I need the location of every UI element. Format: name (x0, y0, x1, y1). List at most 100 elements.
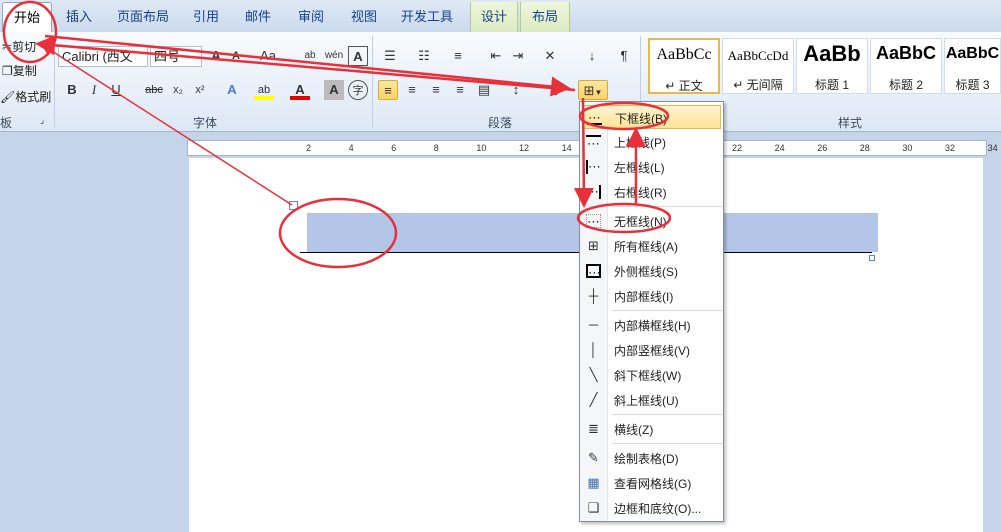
draw-table-icon: ✎ (588, 450, 599, 465)
tab-developer[interactable]: 开发工具 (392, 2, 462, 32)
style-sample: AaBbCcDd (727, 48, 789, 63)
char-border-icon[interactable]: wén (324, 46, 344, 66)
multilevel-list-icon[interactable]: ≡ (448, 46, 468, 66)
menu-item-label: 所有框线(A) (614, 240, 678, 254)
font-size-select[interactable]: 四号 (150, 46, 202, 67)
brush-icon: 🖌 (0, 90, 16, 104)
menu-item-inside-horizontal[interactable]: ─ 内部横框线(H) (582, 313, 721, 337)
bold-icon[interactable]: B (62, 80, 82, 100)
highlight-icon[interactable]: ab (254, 80, 274, 100)
tab-insert[interactable]: 插入 (54, 2, 104, 32)
dialog-launcher-icon[interactable]: ⌟ (36, 114, 48, 126)
tab-view[interactable]: 视图 (340, 2, 388, 32)
format-painter-button[interactable]: 🖌格式刷 (0, 86, 52, 108)
outside-borders-icon: ⋯ (586, 264, 601, 280)
diagonal-down-border-icon: ╲ (589, 367, 598, 382)
borders-dropdown-button[interactable]: ⊞▼ (578, 80, 608, 100)
menu-item-label: 边框和底纹(O)... (614, 502, 702, 516)
tab-home[interactable]: 开始 (2, 2, 52, 32)
inside-borders-icon: ┼ (588, 288, 599, 303)
ruler-tick-label: 12 (519, 143, 530, 153)
enclose-circle-icon[interactable]: 字 (348, 80, 368, 100)
style-heading-2[interactable]: AaBbC 标题 2 (870, 38, 942, 94)
table-move-handle-icon[interactable] (289, 201, 298, 210)
increase-indent-icon[interactable]: ⇥ (508, 46, 528, 66)
style-sample: AaBbCc (656, 46, 712, 63)
grow-font-icon[interactable]: A (206, 46, 226, 66)
menu-item-borders-shading[interactable]: ❑ 边框和底纹(O)... (582, 496, 721, 520)
tab-references[interactable]: 引用 (182, 2, 230, 32)
style-no-spacing[interactable]: AaBbCcDd ↵ 无间隔 (722, 38, 794, 94)
tab-table-layout[interactable]: 布局 (520, 2, 570, 32)
phonetic-guide-icon[interactable]: ab (300, 46, 320, 66)
menu-item-draw-table[interactable]: ✎ 绘制表格(D) (582, 446, 721, 470)
copy-label: 复制 (12, 64, 37, 78)
subscript-icon[interactable]: x₂ (168, 80, 188, 100)
shrink-font-icon[interactable]: A (226, 46, 246, 66)
menu-item-diagonal-down[interactable]: ╲ 斜下框线(W) (582, 363, 721, 387)
align-left-icon[interactable]: ≡ (378, 80, 398, 100)
strikethrough-icon[interactable]: abc (144, 80, 164, 100)
menu-item-label: 无框线(N) (614, 215, 667, 229)
style-heading-1[interactable]: AaBb 标题 1 (796, 38, 868, 94)
tab-page-layout[interactable]: 页面布局 (108, 2, 178, 32)
align-right-icon[interactable]: ≡ (426, 80, 446, 100)
inside-vertical-border-icon: │ (589, 342, 598, 357)
clear-format-icon[interactable]: Aa (258, 46, 278, 66)
show-marks-icon[interactable]: ¶ (614, 46, 634, 66)
menu-item-right-border[interactable]: ⋯ 右框线(R) (582, 180, 721, 204)
superscript-icon[interactable]: x² (190, 80, 210, 100)
menu-item-all-borders[interactable]: ⊞ 所有框线(A) (582, 234, 721, 258)
decrease-indent-icon[interactable]: ⇤ (486, 46, 506, 66)
horizontal-line-icon: ≣ (588, 421, 599, 436)
justify-icon[interactable]: ≡ (450, 80, 470, 100)
menu-item-left-border[interactable]: ⋯ 左框线(L) (582, 155, 721, 179)
font-color-icon[interactable]: A (290, 80, 310, 100)
chinese-layout-icon[interactable]: ✕ (540, 46, 560, 66)
ruler-tick-label: 10 (476, 143, 487, 153)
chevron-down-icon: ▼ (594, 88, 603, 97)
menu-item-diagonal-up[interactable]: ╱ 斜上框线(U) (582, 388, 721, 412)
menu-item-label: 外侧框线(S) (614, 265, 678, 279)
ruler-tick-label: 30 (902, 143, 913, 153)
copy-button[interactable]: ❐复制 (0, 60, 50, 82)
ruler-tick-label: 34 (987, 143, 998, 153)
menu-separator (612, 443, 722, 444)
font-name-select[interactable]: Calibri (西文 (58, 46, 148, 67)
tab-review[interactable]: 审阅 (286, 2, 336, 32)
style-normal[interactable]: AaBbCc ↵ 正文 (648, 38, 720, 94)
menu-item-bottom-border[interactable]: ⋯ 下框线(B) (582, 105, 721, 129)
numbering-icon[interactable]: ☷ (414, 46, 434, 66)
underline-icon[interactable]: U (106, 80, 126, 100)
distributed-icon[interactable]: ▤ (474, 80, 494, 100)
menu-item-label: 内部框线(I) (614, 290, 674, 304)
style-sample: AaBbC (945, 45, 1000, 62)
italic-icon[interactable]: I (84, 80, 104, 100)
menu-item-horizontal-line[interactable]: ≣ 横线(Z) (582, 417, 721, 441)
shading-icon[interactable]: ◈ (546, 80, 566, 100)
text-effect-icon[interactable]: A (222, 80, 242, 100)
cut-button[interactable]: ✂剪切 (0, 36, 50, 58)
menu-item-label: 内部横框线(H) (614, 319, 691, 333)
menu-separator (612, 206, 722, 207)
menu-item-view-gridlines[interactable]: ▦ 查看网格线(G) (582, 471, 721, 495)
menu-item-top-border[interactable]: ⋯ 上框线(P) (582, 130, 721, 154)
bullets-icon[interactable]: ☰ (380, 46, 400, 66)
enclose-char-icon[interactable]: A (348, 46, 368, 66)
menu-item-inside-vertical[interactable]: │ 内部竖框线(V) (582, 338, 721, 362)
style-heading-3[interactable]: AaBbC 标题 3 (944, 38, 1001, 94)
tab-table-design[interactable]: 设计 (470, 2, 518, 32)
style-sample: AaBbC (875, 43, 936, 63)
sort-icon[interactable]: ↓ (582, 46, 602, 66)
menu-item-inside-borders[interactable]: ┼ 内部框线(I) (582, 284, 721, 308)
align-center-icon[interactable]: ≡ (402, 80, 422, 100)
group-separator (372, 36, 373, 128)
menu-item-label: 斜上框线(U) (614, 394, 679, 408)
menu-item-outside-borders[interactable]: ⋯ 外侧框线(S) (582, 259, 721, 283)
line-spacing-icon[interactable]: ↕ (506, 80, 526, 100)
char-shading-icon[interactable]: A (324, 80, 344, 100)
table-resize-handle[interactable] (869, 255, 875, 261)
tab-mailings[interactable]: 邮件 (234, 2, 282, 32)
menu-item-no-border[interactable]: ⋯ 无框线(N) (582, 209, 721, 233)
menu-item-label: 绘制表格(D) (614, 452, 679, 466)
